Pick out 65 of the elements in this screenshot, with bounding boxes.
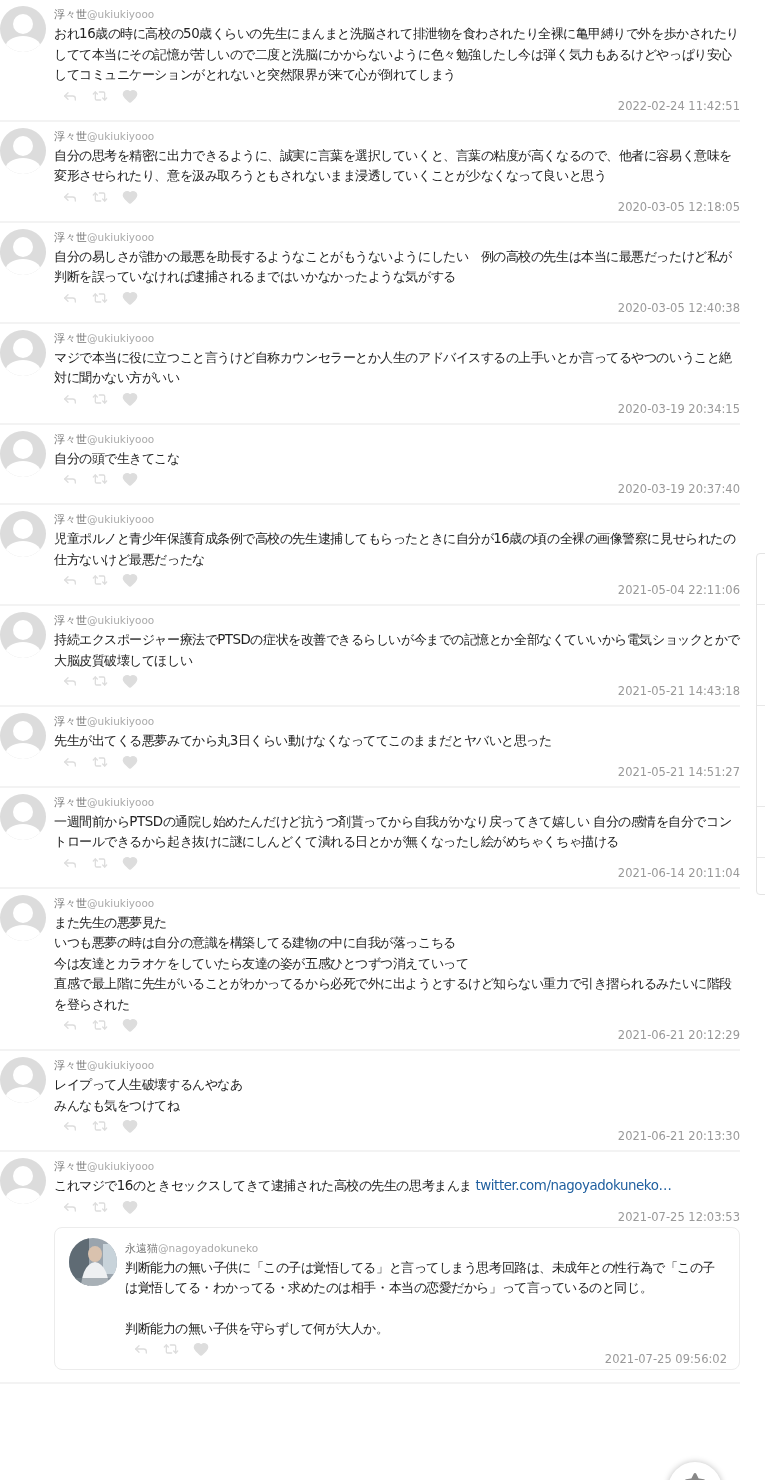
heart-icon[interactable] <box>122 390 138 407</box>
repost-icon[interactable] <box>92 572 108 588</box>
author-name[interactable]: 浮々世@ukiukiyooo <box>54 329 740 346</box>
timestamp: 2021-06-21 20:13:30 <box>617 1129 740 1143</box>
post-text: 児童ポルノと青少年保護育成条例で高校の先生逮捕してもらったときに自分が16歳の頃の全裸の画像警察に見せられたの仕方ないけど最悪だったな <box>54 530 737 569</box>
author-name[interactable]: 浮々世@ukiukiyooo <box>54 793 740 810</box>
post-text: また先生の悪夢見た <box>54 913 168 932</box>
heart-icon[interactable] <box>122 1198 138 1215</box>
post-text: おれ16歳の時に高校の50歳くらいの先生にまんまと洗脳されて排泄物を食わされたり全裸に亀甲縛りで外を歩かされたりしてて本当にその記憶が苦しいので二度と洗脳にかからないように色々勉強したし今は弾く気力もあるけどやっぱり安心してコミュニケーションがとれないと突然限界が来て心が倒れてしまう <box>54 25 740 84</box>
author-name[interactable]: 浮々世@ukiukiyooo <box>54 894 740 911</box>
author-name[interactable]: 浮々世@ukiukiyooo <box>54 713 740 729</box>
repost-icon[interactable] <box>92 673 108 689</box>
post-text: 今は友達とカラオケをしていたら友達の姿が五感ひとつずつ消えていって <box>54 954 470 973</box>
author-name[interactable]: 浮々世@ukiukiyooo <box>54 612 740 628</box>
heart-icon[interactable] <box>122 1118 138 1134</box>
post-text: いつも悪夢の時は自分の意識を構築してる建物の中に自我が落っこちる <box>54 934 457 952</box>
post-text: 直感で最上階に先生がいることがわかってるから必死で外に出ようとするけど知らない重力で引き摺られるみたいに階段を登らされた <box>54 975 733 1014</box>
post-text: マジで本当に役に立つこと言うけど自称カウンセラーとか人生のアドバイスするの上手いとか言ってるやつのいうこと絶対に聞かない方がいい <box>54 348 733 387</box>
timestamp: 2021-05-21 14:43:18 <box>617 684 740 698</box>
timestamp: 2022-02-24 11:42:51 <box>617 98 740 113</box>
timestamp: 2021-06-21 20:12:29 <box>617 1028 740 1042</box>
post-text: レイプって人生破壊するんやなあ <box>54 1076 244 1094</box>
heart-icon[interactable] <box>122 471 138 487</box>
post-text: 判断能力の無い子供に「この子は覚悟してる」と言ってしまう思考回路は、未成年との性行為で「この子は覚悟してる・わかってる・求めたのは相手・本当の恋愛だから」って言っているのと同じ。 <box>125 1258 716 1297</box>
timestamp: 2020-03-05 12:40:38 <box>617 300 740 315</box>
heart-icon[interactable] <box>122 87 138 104</box>
post-text: 自分の思考を精密に出力できるように、誠実に言葉を選択していくと、言葉の粘度が高くなるので、他者に容易く意味を変形させられたり、意を汲み取ろうともされないまま浸透していくことが少なくなって良いと思う <box>54 146 733 185</box>
post-text: みんなも気をつけてね <box>54 1096 181 1115</box>
timestamp: 2020-03-19 20:34:15 <box>617 401 740 416</box>
post-text: 一週間前からPTSDの通院し始めたんだけど抗うつ剤貰ってから自我がかなり戻ってきて嬉しい 自分の感情を自分でコントロールできるから起き抜けに謎にしんどくて潰れる日とかが無くなったし絵がめちゃくちゃ描ける <box>54 812 733 851</box>
heart-icon[interactable] <box>122 289 138 306</box>
repost-icon[interactable] <box>92 1118 108 1134</box>
tweet-link[interactable]: twitter.com/nagoyadokuneko… <box>475 1178 672 1193</box>
author-name[interactable]: 浮々世@ukiukiyooo <box>54 430 740 447</box>
repost-icon[interactable] <box>163 1341 179 1357</box>
heart-icon[interactable] <box>122 188 138 205</box>
author-name[interactable]: 永遠猫@nagoyadokuneko <box>125 1239 727 1256</box>
timestamp: 2021-07-25 12:03:53 <box>617 1209 740 1224</box>
author-name[interactable]: 浮々世@ukiukiyooo <box>54 1057 740 1073</box>
heart-icon[interactable] <box>122 854 138 871</box>
post-text: 自分の易しさが誰かの最悪を助長するようなことがもうないようにしたい 例の高校の先生は本当に最悪だったけど私が判断を誤っていなければ逮捕されるまではいかなかったような気がする <box>54 247 733 286</box>
timestamp: 2021-05-04 22:11:06 <box>617 583 740 597</box>
heart-icon[interactable] <box>122 753 138 770</box>
author-name[interactable]: 浮々世@ukiukiyooo <box>54 1158 740 1174</box>
quoted-post-card[interactable]: 永遠猫@nagoyadokuneko 判断能力の無い子供に「この子は覚悟してる」と言ってしまう思考回路は、未成年との性行為で「この子は覚悟してる・わかってる・求めたのは相手・本当の恋愛だから」って言っているのと同じ。 判断能力の無い子供を守らずして何が大人か。 2021-07-25 09:56:02 <box>54 1226 740 1370</box>
heart-icon[interactable] <box>193 1341 209 1357</box>
heart-icon[interactable] <box>122 572 138 588</box>
author-name[interactable]: 浮々世@ukiukiyooo <box>54 6 740 22</box>
heart-icon[interactable] <box>122 673 138 689</box>
post-text: これマジで16のときセックスしてきて逮捕された高校の先生の思考まんま twitter.com/nagoyadokuneko… <box>54 1177 673 1195</box>
author-name[interactable]: 浮々世@ukiukiyooo <box>54 228 740 245</box>
post-text: 自分の頭で生きてこな <box>54 449 181 468</box>
repost-icon[interactable] <box>92 1017 108 1033</box>
heart-icon[interactable] <box>122 1017 138 1033</box>
timestamp: 2021-05-21 14:51:27 <box>617 764 740 779</box>
timestamp: 2021-06-14 20:11:04 <box>617 865 740 880</box>
timestamp: 2020-03-19 20:37:40 <box>617 482 740 496</box>
timestamp: 2021-07-25 09:56:02 <box>604 1352 727 1366</box>
timestamp: 2020-03-05 12:18:05 <box>617 199 740 214</box>
post-text: 先生が出てくる悪夢みてから丸3日くらい動けなくなっててこのままだとヤバいと思った <box>54 732 553 750</box>
author-name[interactable]: 浮々世@ukiukiyooo <box>54 127 740 144</box>
post-text: 持続エクスポージャー療法でPTSDの症状を改善できるらしいが今までの記憶とか全部なくていいから電気ショックとかで大脳皮質破壊してほしい <box>54 631 740 670</box>
author-name[interactable]: 浮々世@ukiukiyooo <box>54 511 740 527</box>
repost-icon[interactable] <box>92 471 108 487</box>
post-text: 判断能力の無い子供を守らずして何が大人か。 <box>125 1319 390 1338</box>
